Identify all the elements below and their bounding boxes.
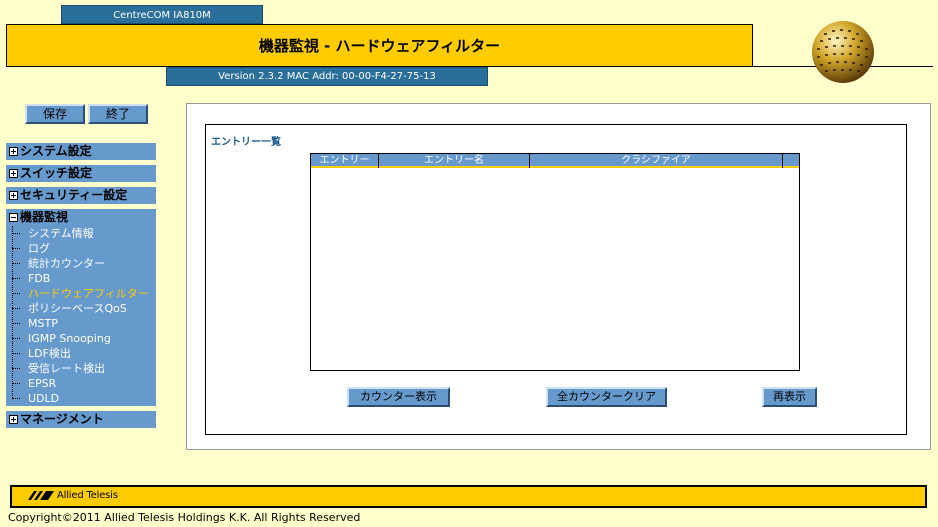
globe-logo-icon <box>812 21 874 83</box>
clear-all-counters-button[interactable]: 全カウンタークリア <box>546 387 667 407</box>
entry-table: エントリー エントリー名 クラシファイア <box>310 153 800 371</box>
tree-branch <box>12 278 20 279</box>
submenu-hardware-filter[interactable]: ハードウェアフィルター <box>6 286 156 301</box>
model-name-tab: CentreCOM IA810M <box>61 5 263 24</box>
submenu-system-info[interactable]: システム情報 <box>6 226 156 241</box>
footer-bar: Allied Telesis <box>10 485 927 508</box>
allied-telesis-logo: Allied Telesis <box>28 490 118 501</box>
tree-branch <box>12 353 20 354</box>
page-title: 機器監視 - ハードウェアフィルター <box>6 24 753 67</box>
menu-management[interactable]: マネージメント <box>6 411 156 428</box>
column-header-extra <box>783 154 799 168</box>
tree-branch <box>12 308 20 309</box>
submenu-policy-qos[interactable]: ポリシーベースQoS <box>6 301 156 316</box>
expand-icon <box>9 415 18 424</box>
copyright-text: Copyright©2011 Allied Telesis Holdings K… <box>8 511 361 524</box>
menu-label: マネージメント <box>20 412 104 426</box>
submenu-mstp[interactable]: MSTP <box>6 316 156 331</box>
submenu-log[interactable]: ログ <box>6 241 156 256</box>
submenu-epsr[interactable]: EPSR <box>6 376 156 391</box>
menu-label: セキュリティー設定 <box>20 188 128 202</box>
menu-label: スイッチ設定 <box>20 166 93 180</box>
column-header-entry-name: エントリー名 <box>379 154 530 168</box>
submenu-fdb[interactable]: FDB <box>6 271 156 286</box>
tree-branch <box>12 383 20 384</box>
submenu-igmp-snooping[interactable]: IGMP Snooping <box>6 331 156 346</box>
refresh-button[interactable]: 再表示 <box>762 387 817 407</box>
expand-icon <box>9 191 18 200</box>
logo-text: Allied Telesis <box>57 490 118 501</box>
submenu-ldf-detect[interactable]: LDF検出 <box>6 346 156 361</box>
table-header: エントリー エントリー名 クラシファイア <box>311 154 799 168</box>
show-counter-button[interactable]: カウンター表示 <box>347 387 450 407</box>
menu-security-settings[interactable]: セキュリティー設定 <box>6 187 156 204</box>
monitor-submenu: システム情報 ログ 統計カウンター FDB ハードウェアフィルター ポリシーベー… <box>6 226 156 406</box>
column-header-entry: エントリー <box>311 154 379 168</box>
submenu-udld[interactable]: UDLD <box>6 391 156 406</box>
column-header-classifier: クラシファイア <box>530 154 783 168</box>
tree-branch <box>12 323 20 324</box>
allied-telesis-logo-icon <box>28 491 54 500</box>
tree-branch <box>12 233 20 234</box>
tree-line <box>12 226 13 398</box>
collapse-icon <box>9 213 18 222</box>
menu-system-settings[interactable]: システム設定 <box>6 143 156 160</box>
tree-branch <box>12 368 20 369</box>
tree-branch <box>12 338 20 339</box>
expand-icon <box>9 169 18 178</box>
tree-branch <box>12 293 20 294</box>
version-info: Version 2.3.2 MAC Addr: 00-00-F4-27-75-1… <box>166 67 488 86</box>
tree-branch <box>12 263 20 264</box>
expand-icon <box>9 147 18 156</box>
section-title: エントリー一覧 <box>211 137 281 148</box>
tree-branch <box>12 398 20 399</box>
menu-device-monitor[interactable]: 機器監視 <box>6 209 156 226</box>
menu-label: 機器監視 <box>20 210 69 224</box>
menu-label: システム設定 <box>20 144 92 158</box>
submenu-statistics-counter[interactable]: 統計カウンター <box>6 256 156 271</box>
submenu-rx-rate-detect[interactable]: 受信レート検出 <box>6 361 156 376</box>
end-button[interactable]: 終了 <box>88 104 148 124</box>
save-button[interactable]: 保存 <box>25 104 85 124</box>
menu-switch-settings[interactable]: スイッチ設定 <box>6 165 156 182</box>
tree-branch <box>12 248 20 249</box>
